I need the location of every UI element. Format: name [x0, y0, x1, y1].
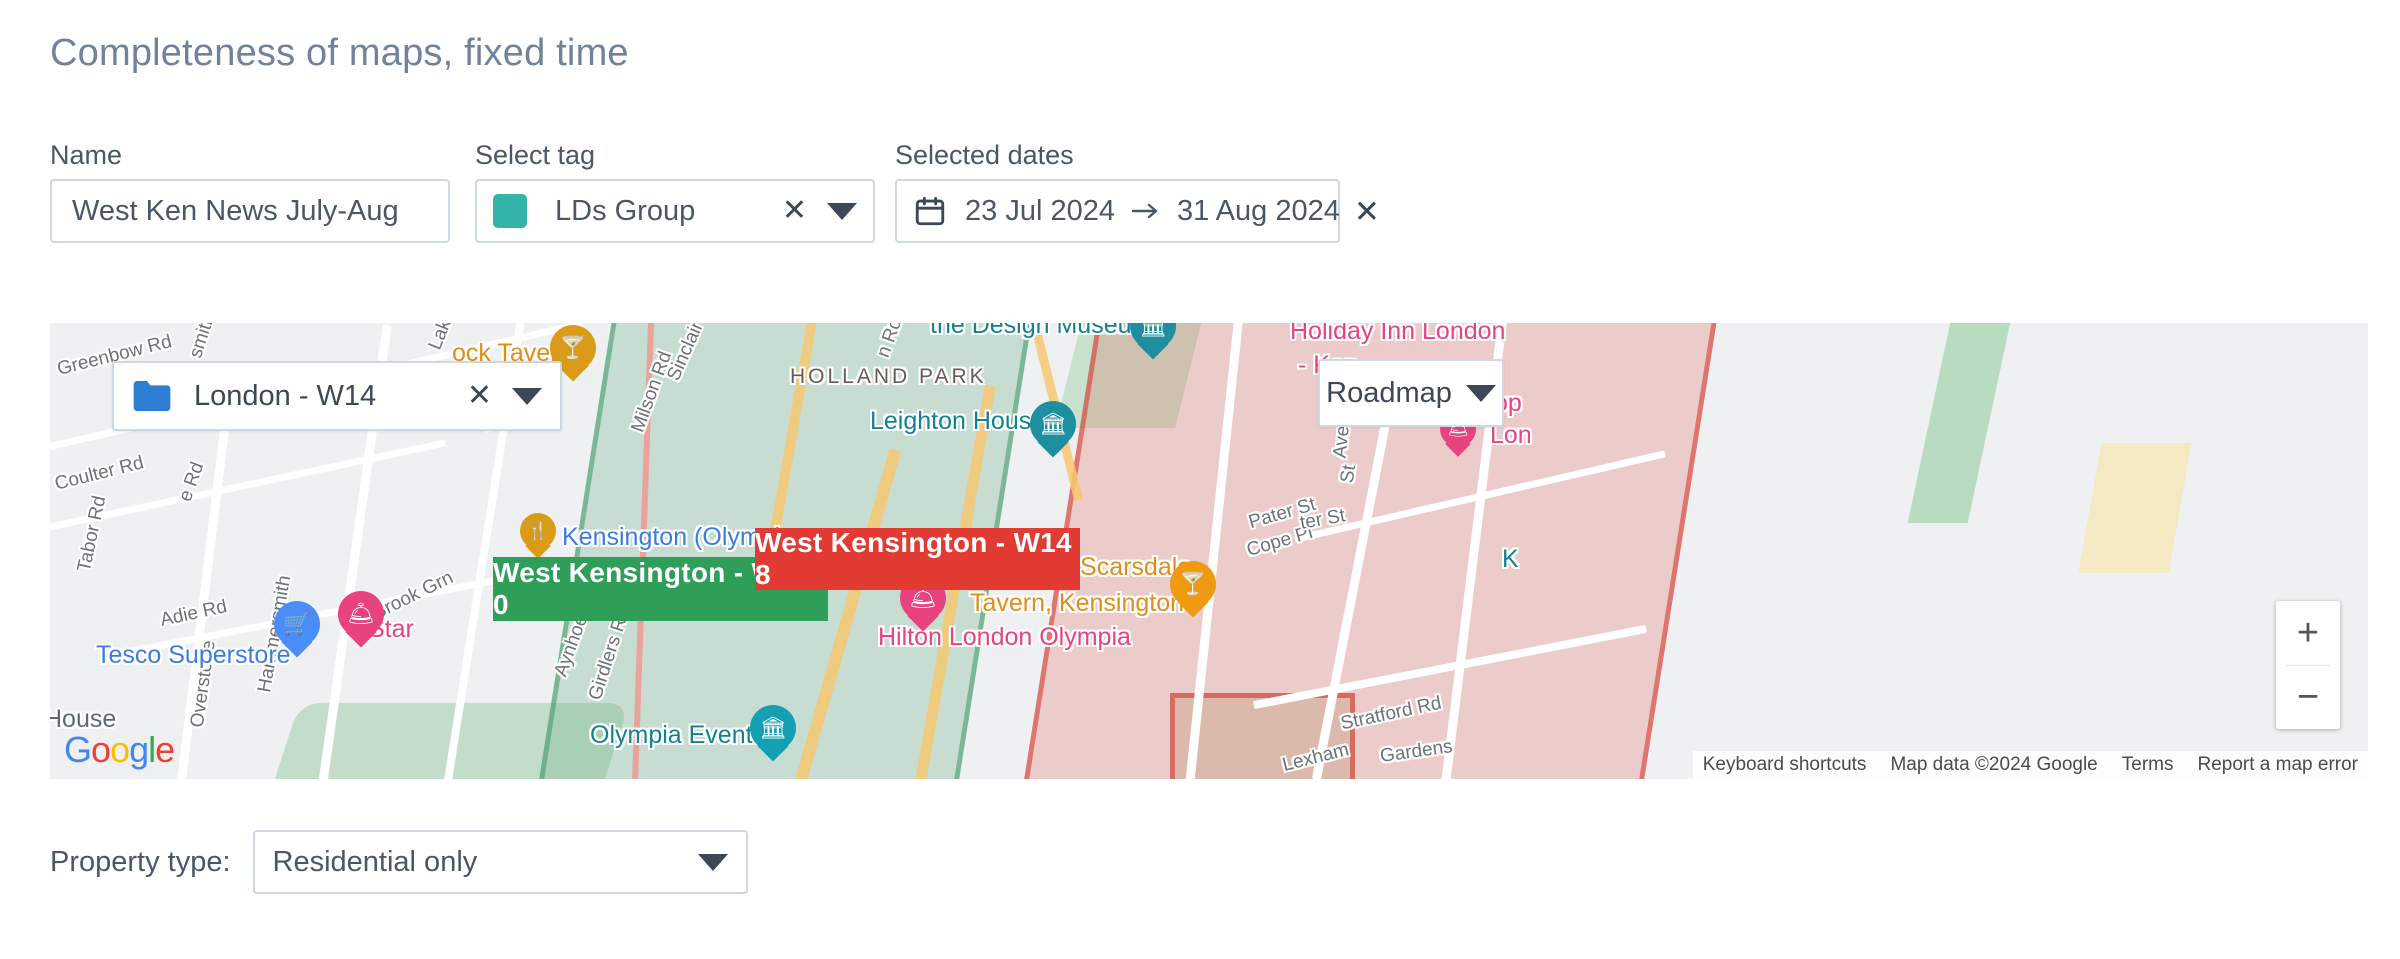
commercial-zone	[2078, 443, 2192, 573]
terms-link[interactable]: Terms	[2122, 754, 2174, 776]
museum-icon[interactable]: 🏛	[1030, 401, 1076, 461]
arrow-right-icon	[1131, 203, 1158, 219]
date-end-value[interactable]: 31 Aug 2024	[1177, 195, 1340, 228]
app-root: Completeness of maps, fixed time Name We…	[0, 0, 2400, 959]
clear-dates-icon[interactable]: ✕	[1354, 196, 1380, 227]
street-label: Tabor Rd	[73, 494, 111, 574]
poi-label[interactable]: Tesco Superstore	[96, 641, 291, 670]
selected-dates-label: Selected dates	[895, 140, 1074, 170]
google-logo-letter: o	[110, 729, 130, 770]
pin-glyph: 🏛	[759, 715, 787, 740]
folder-select-dropdown[interactable]: London - W14 ✕	[112, 361, 562, 431]
clear-folder-icon[interactable]: ✕	[461, 381, 498, 411]
filter-form-row: Name West Ken News July-Aug Select tag L…	[50, 140, 2360, 243]
pin-glyph: 🏛	[1139, 323, 1167, 338]
street-label: e Rd	[174, 459, 209, 505]
map-container[interactable]: Greenbow Rd smith Coulter Rd e Rd Tabor Rd Ad…	[50, 323, 2368, 779]
field-name: Name West Ken News July-Aug	[50, 140, 450, 243]
poi-label[interactable]: K	[1502, 545, 1519, 574]
poi-label[interactable]: the Design Museum	[930, 323, 1152, 340]
name-input-value: West Ken News July-Aug	[72, 194, 399, 227]
poi-label[interactable]: Leighton House	[870, 407, 1045, 436]
pin-glyph: 🏛	[1039, 411, 1067, 436]
pin-glyph: 🛎	[347, 601, 375, 626]
map-canvas[interactable]: Greenbow Rd smith Coulter Rd e Rd Tabor Rd Ad…	[50, 323, 2368, 779]
property-type-value: Residential only	[272, 845, 478, 878]
street-label: Adie Rd	[158, 596, 229, 631]
select-tag-dropdown[interactable]: LDs Group ✕	[475, 179, 875, 243]
date-range-picker[interactable]: 23 Jul 2024 31 Aug 2024 ✕	[895, 179, 1380, 243]
date-start-value[interactable]: 23 Jul 2024	[965, 195, 1115, 228]
chevron-down-icon[interactable]	[512, 387, 542, 405]
pin-glyph: 🍴	[527, 521, 549, 540]
poi-label[interactable]: Holiday Inn London	[1290, 323, 1505, 346]
pin-glyph: 🛎	[1447, 419, 1469, 438]
page-title: Completeness of maps, fixed time	[50, 32, 629, 74]
park-area	[1907, 323, 2013, 523]
google-logo-letter: G	[64, 729, 92, 770]
street-label: Coulter Rd	[52, 452, 146, 495]
chevron-down-icon[interactable]	[697, 853, 728, 871]
poi-label[interactable]: Olympia Events	[590, 721, 765, 750]
zoom-out-button[interactable]: −	[2276, 666, 2340, 730]
select-tag-value: LDs Group	[555, 194, 696, 227]
restaurant-icon[interactable]: 🍴	[520, 513, 556, 561]
pin-glyph: 🛒	[283, 611, 311, 636]
google-logo-letter: e	[155, 729, 175, 770]
poi-label[interactable]: Tavern, Kensington	[970, 589, 1184, 618]
street-label: smith	[185, 323, 220, 361]
google-logo-letter: g	[129, 729, 149, 770]
bar-glass-icon[interactable]: 🍸	[1170, 561, 1216, 621]
clear-tag-icon[interactable]: ✕	[776, 196, 813, 226]
map-data-text: Map data ©2024 Google	[1890, 754, 2098, 775]
hotel-bed-icon[interactable]: 🛎	[338, 591, 384, 651]
report-map-error-link[interactable]: Report a map error	[2197, 754, 2358, 776]
pin-glyph: 🍸	[1179, 571, 1207, 596]
chevron-down-icon[interactable]	[827, 202, 857, 220]
map-type-value: Roadmap	[1326, 376, 1452, 409]
zoom-in-button[interactable]: +	[2276, 601, 2340, 665]
street-label: St	[1336, 463, 1361, 485]
shopping-cart-icon[interactable]: 🛒	[274, 601, 320, 661]
google-logo-letter: o	[91, 729, 111, 770]
keyboard-shortcuts-link[interactable]: Keyboard shortcuts	[1703, 754, 1867, 776]
property-type-label: Property type:	[50, 845, 231, 878]
calendar-icon	[915, 196, 945, 226]
chevron-down-icon[interactable]	[1465, 384, 1496, 402]
map-type-dropdown[interactable]: Roadmap	[1318, 359, 1504, 427]
hotel-bed-icon[interactable]: 🛎	[1440, 411, 1476, 459]
google-logo: Google	[64, 729, 175, 771]
poi-label[interactable]: HOLLAND PARK	[790, 365, 987, 389]
select-tag-label: Select tag	[475, 140, 596, 170]
map-zoom-controls[interactable]: + −	[2276, 601, 2340, 729]
property-type-dropdown[interactable]: Residential only	[252, 830, 748, 894]
property-type-row: Property type: Residential only	[50, 830, 748, 894]
map-tag-label-red[interactable]: West Kensington - W14 8	[755, 527, 1080, 590]
pin-glyph: 🍸	[559, 335, 587, 360]
street-label: Ave	[1329, 424, 1354, 460]
map-attribution-bar: Keyboard shortcuts Map data ©2024 Google…	[1692, 751, 2368, 779]
tag-color-swatch	[493, 194, 527, 228]
folder-icon	[133, 381, 171, 411]
road	[50, 439, 447, 534]
name-label: Name	[50, 140, 123, 170]
museum-icon[interactable]: 🏛	[1130, 323, 1176, 363]
field-selected-dates: Selected dates 23 Jul 2024 31 Aug 2024 ✕	[895, 140, 1380, 243]
name-input[interactable]: West Ken News July-Aug	[50, 179, 450, 243]
field-select-tag: Select tag LDs Group ✕	[475, 140, 875, 243]
stadium-icon[interactable]: 🏛	[750, 705, 796, 765]
folder-select-value: London - W14	[194, 379, 377, 412]
